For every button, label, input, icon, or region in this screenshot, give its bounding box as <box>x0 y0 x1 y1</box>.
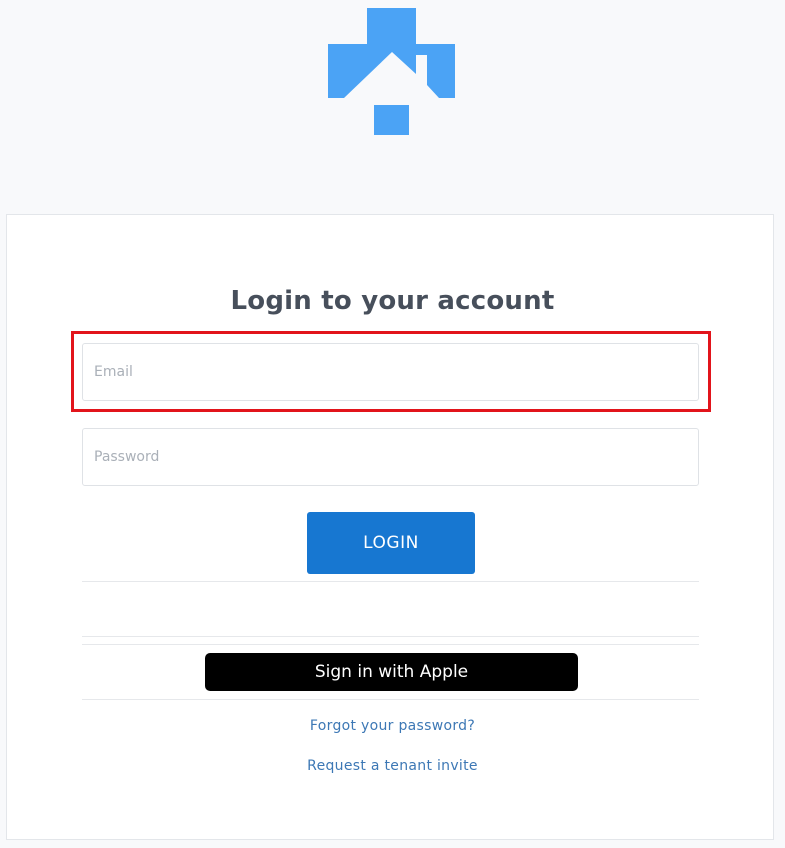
forgot-password-link[interactable]: Forgot your password? <box>0 718 785 734</box>
login-button[interactable]: LOGIN <box>307 512 475 574</box>
page-title: Login to your account <box>230 286 555 316</box>
sign-in-with-apple-button[interactable]: Sign in with Apple <box>205 653 578 691</box>
divider <box>82 644 699 645</box>
email-field[interactable] <box>82 343 699 401</box>
divider <box>82 581 699 582</box>
house-cross-logo-icon <box>328 8 455 135</box>
password-field[interactable] <box>82 428 699 486</box>
divider <box>82 699 699 700</box>
request-tenant-invite-link[interactable]: Request a tenant invite <box>0 758 785 774</box>
divider <box>82 636 699 637</box>
